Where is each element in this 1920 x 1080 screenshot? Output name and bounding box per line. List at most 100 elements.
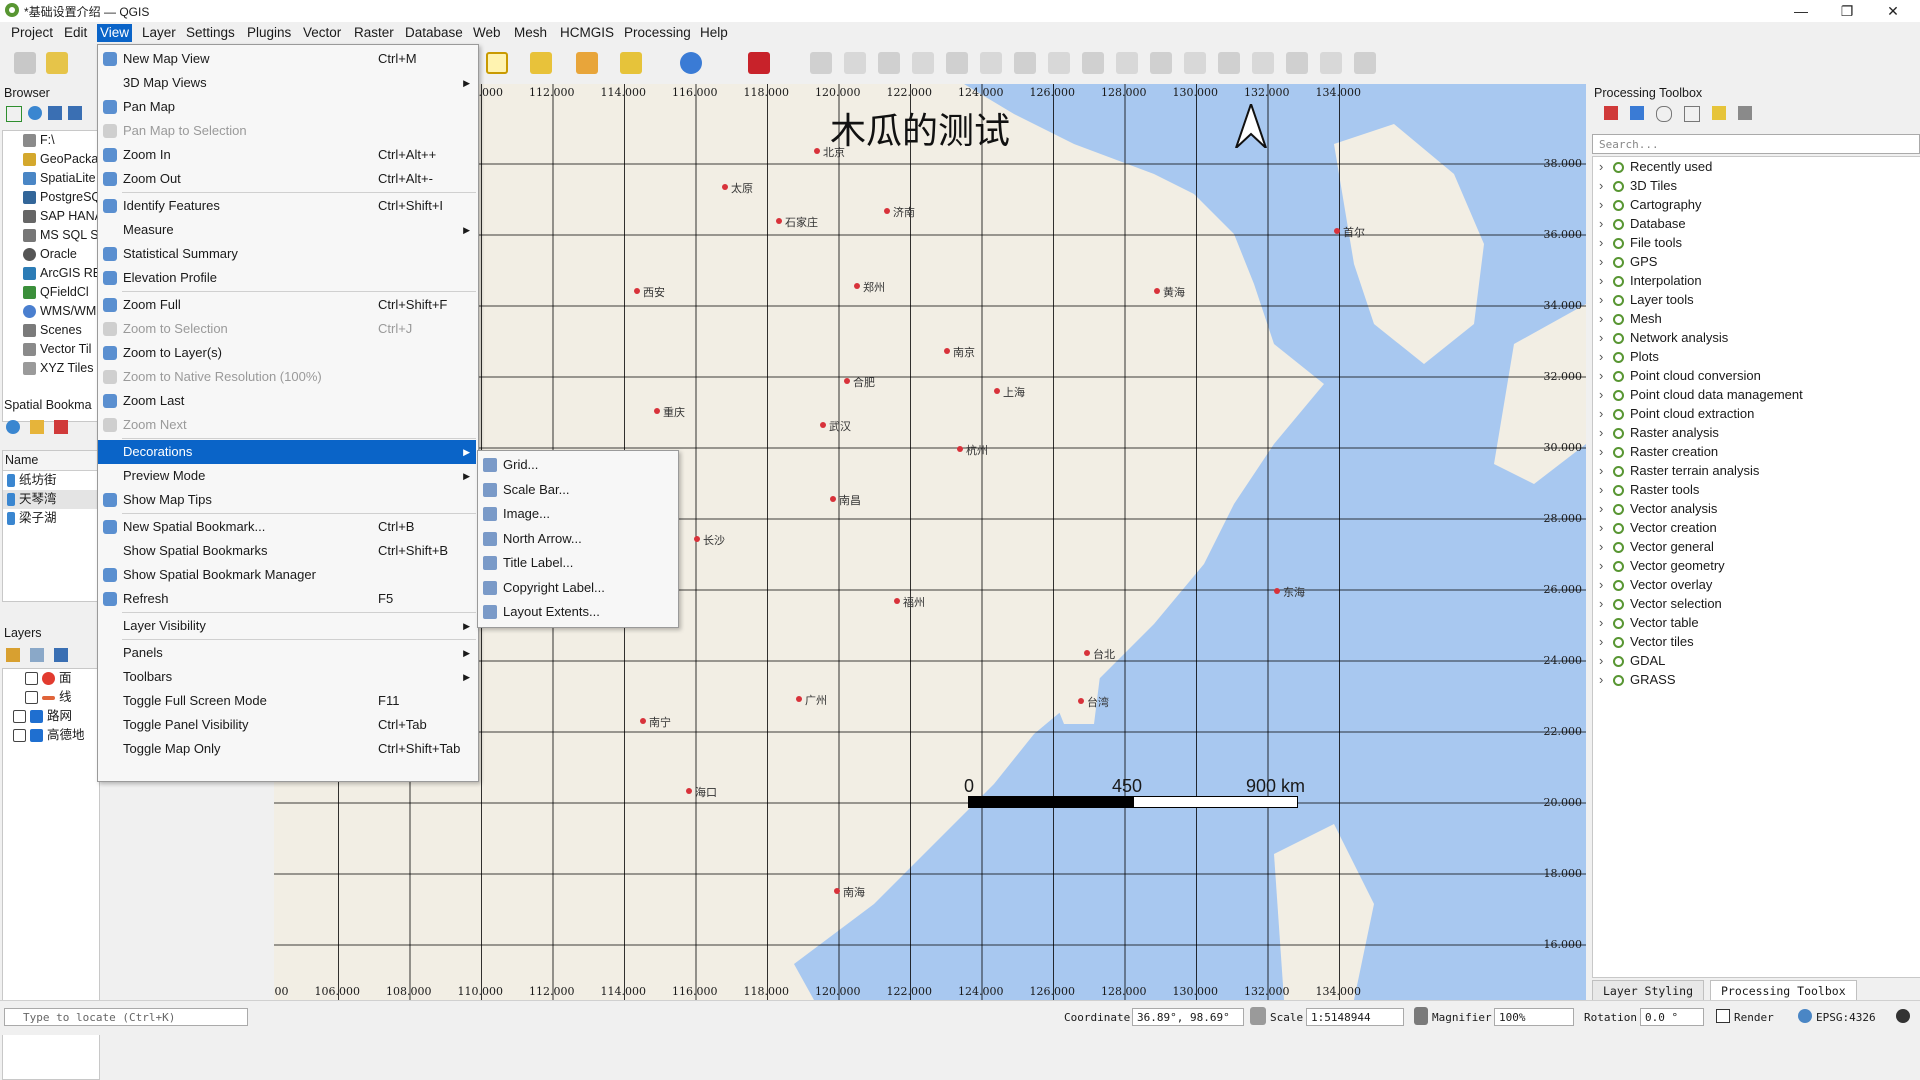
expand-arrow-icon[interactable]: › xyxy=(1599,499,1613,518)
checkbox-checked-icon[interactable] xyxy=(13,710,26,724)
expand-arrow-icon[interactable]: › xyxy=(1599,271,1613,290)
view-menu-item[interactable]: Zoom In Ctrl+Alt++ xyxy=(98,143,476,167)
processing-provider-item[interactable]: › Mesh xyxy=(1593,309,1920,328)
view-menu-item[interactable]: 3D Map Views ▶ xyxy=(98,71,476,95)
browser-item[interactable]: SAP HANA xyxy=(3,207,99,226)
expand-arrow-icon[interactable]: › xyxy=(1599,214,1613,233)
decorations-menu-item[interactable]: Title Label... xyxy=(478,551,676,575)
expand-arrow-icon[interactable]: › xyxy=(1599,176,1613,195)
view-menu-item[interactable]: Measure ▶ xyxy=(98,218,476,242)
menu-layer[interactable]: Layer xyxy=(139,24,179,42)
menu-help[interactable]: Help xyxy=(697,24,731,42)
browser-item[interactable]: GeoPackage xyxy=(3,150,99,169)
view-menu-item[interactable]: Toggle Panel Visibility Ctrl+Tab xyxy=(98,713,476,737)
expand-arrow-icon[interactable]: › xyxy=(1599,233,1613,252)
expand-arrow-icon[interactable]: › xyxy=(1599,651,1613,670)
deselect-icon[interactable] xyxy=(576,52,598,74)
tab-layer-styling[interactable]: Layer Styling xyxy=(1592,980,1705,1002)
minimize-button[interactable]: — xyxy=(1778,0,1824,22)
expand-arrow-icon[interactable]: › xyxy=(1599,632,1613,651)
models-icon[interactable] xyxy=(1604,106,1618,120)
processing-provider-item[interactable]: › Point cloud data management xyxy=(1593,385,1920,404)
processing-provider-item[interactable]: › Vector tiles xyxy=(1593,632,1920,651)
tool-icon[interactable] xyxy=(1014,52,1036,74)
expand-arrow-icon[interactable]: › xyxy=(1599,385,1613,404)
expand-arrow-icon[interactable]: › xyxy=(1599,290,1613,309)
view-menu-item[interactable]: Zoom to Native Resolution (100%) xyxy=(98,365,476,389)
processing-provider-item[interactable]: › Point cloud extraction xyxy=(1593,404,1920,423)
expand-arrow-icon[interactable]: › xyxy=(1599,613,1613,632)
processing-provider-item[interactable]: › Raster terrain analysis xyxy=(1593,461,1920,480)
extents-toggle-icon[interactable] xyxy=(1250,1007,1266,1025)
view-menu-item[interactable]: Preview Mode ▶ xyxy=(98,464,476,488)
view-menu-item[interactable]: Pan Map to Selection xyxy=(98,119,476,143)
browser-item[interactable]: SpatiaLite xyxy=(3,169,99,188)
view-menu-item[interactable]: Show Map Tips xyxy=(98,488,476,512)
expand-arrow-icon[interactable]: › xyxy=(1599,328,1613,347)
browser-item[interactable]: ArcGIS RE xyxy=(3,264,99,283)
tool-icon[interactable] xyxy=(844,52,866,74)
processing-provider-item[interactable]: › Vector creation xyxy=(1593,518,1920,537)
delete-bookmark-icon[interactable] xyxy=(54,420,68,434)
bookmark-item[interactable]: 天琴湾 xyxy=(3,490,99,509)
expand-arrow-icon[interactable]: › xyxy=(1599,480,1613,499)
menu-edit[interactable]: Edit xyxy=(61,24,90,42)
magnifier-field[interactable]: 100% xyxy=(1494,1008,1574,1026)
coordinate-field[interactable]: 36.89°, 98.69° xyxy=(1132,1008,1244,1026)
view-menu-item[interactable]: Toggle Full Screen Mode F11 xyxy=(98,689,476,713)
expand-arrow-icon[interactable]: › xyxy=(1599,518,1613,537)
edit-pencil-icon[interactable] xyxy=(46,52,68,74)
decorations-menu-item[interactable]: North Arrow... xyxy=(478,527,676,551)
filter-layers-icon[interactable] xyxy=(54,648,68,662)
expand-arrow-icon[interactable]: › xyxy=(1599,309,1613,328)
expand-arrow-icon[interactable]: › xyxy=(1599,556,1613,575)
menu-database[interactable]: Database xyxy=(402,24,466,42)
decorations-menu-item[interactable]: Grid... xyxy=(478,453,676,477)
expand-arrow-icon[interactable]: › xyxy=(1599,442,1613,461)
processing-provider-item[interactable]: › GDAL xyxy=(1593,651,1920,670)
processing-provider-item[interactable]: › Vector general xyxy=(1593,537,1920,556)
processing-provider-item[interactable]: › Plots xyxy=(1593,347,1920,366)
menu-plugins[interactable]: Plugins xyxy=(244,24,294,42)
select-by-attribute-icon[interactable] xyxy=(530,52,552,74)
view-menu-item[interactable]: Statistical Summary xyxy=(98,242,476,266)
processing-provider-item[interactable]: › Layer tools xyxy=(1593,290,1920,309)
view-menu-item[interactable]: Zoom Out Ctrl+Alt+- xyxy=(98,167,476,191)
tool-icon[interactable] xyxy=(1286,52,1308,74)
refresh-icon[interactable] xyxy=(28,106,42,120)
processing-provider-item[interactable]: › GPS xyxy=(1593,252,1920,271)
browser-item[interactable]: Vector Til xyxy=(3,340,99,359)
collapse-icon[interactable] xyxy=(68,106,82,120)
expand-arrow-icon[interactable]: › xyxy=(1599,670,1613,689)
rotation-field[interactable]: 0.0 ° xyxy=(1640,1008,1704,1026)
layer-item[interactable]: 面 xyxy=(3,669,99,688)
menu-web[interactable]: Web xyxy=(470,24,504,42)
bookmark-item[interactable]: 纸坊街 xyxy=(3,471,99,490)
view-menu-item[interactable]: Toolbars ▶ xyxy=(98,665,476,689)
lock-icon[interactable] xyxy=(1414,1007,1428,1025)
browser-item[interactable]: PostgreSQL xyxy=(3,188,99,207)
edit-features-icon[interactable] xyxy=(1712,106,1726,120)
expand-arrow-icon[interactable]: › xyxy=(1599,461,1613,480)
menu-processing[interactable]: Processing xyxy=(621,24,694,42)
expand-arrow-icon[interactable]: › xyxy=(1599,347,1613,366)
view-menu-item[interactable]: Show Spatial Bookmarks Ctrl+Shift+B xyxy=(98,539,476,563)
processing-provider-item[interactable]: › Vector geometry xyxy=(1593,556,1920,575)
select-location-icon[interactable] xyxy=(620,52,642,74)
tool-icon[interactable] xyxy=(878,52,900,74)
results-icon[interactable] xyxy=(1684,106,1700,122)
menu-settings[interactable]: Settings xyxy=(183,24,238,42)
menu-project[interactable]: Project xyxy=(8,24,56,42)
tool-icon[interactable] xyxy=(1354,52,1376,74)
processing-provider-item[interactable]: › Raster tools xyxy=(1593,480,1920,499)
expand-arrow-icon[interactable]: › xyxy=(1599,537,1613,556)
select-rectangle-icon[interactable] xyxy=(486,52,508,74)
browser-item[interactable]: WMS/WM xyxy=(3,302,99,321)
decorations-menu-item[interactable]: Layout Extents... xyxy=(478,600,676,624)
checkbox-checked-icon[interactable] xyxy=(13,729,26,743)
tool-icon[interactable] xyxy=(1218,52,1240,74)
close-button[interactable]: ✕ xyxy=(1870,0,1916,22)
browser-item[interactable]: XYZ Tiles xyxy=(3,359,99,378)
tool-icon[interactable] xyxy=(1082,52,1104,74)
menu-hcmgis[interactable]: HCMGIS xyxy=(557,24,617,42)
